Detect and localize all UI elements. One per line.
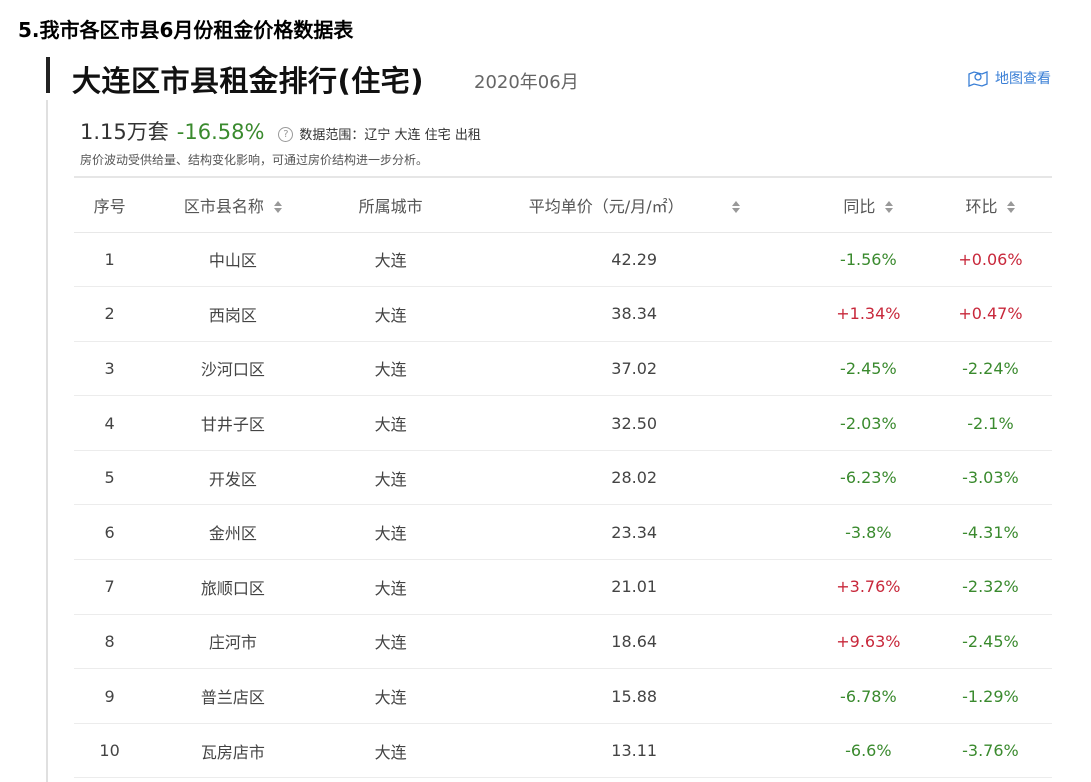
- row-district-name: 瓦房店市: [200, 742, 265, 762]
- header-city: 所属城市: [320, 176, 461, 233]
- listing-change: -16.58%: [176, 120, 265, 144]
- table-row: 2 西岗区 大连 38.34 +1.34% +0.47%: [74, 287, 1052, 342]
- row-city: 大连: [374, 633, 407, 653]
- header-price[interactable]: 平均单价（元/月/㎡）: [460, 176, 808, 233]
- table-row: 6 金州区 大连 23.34 -3.8% -4.31%: [74, 505, 1052, 560]
- row-avg-price: 15.88: [611, 686, 658, 706]
- row-yoy-change: -3.8%: [845, 522, 892, 542]
- card-title: 大连区市县租金排行(住宅): [72, 64, 425, 98]
- sort-icon[interactable]: [731, 201, 740, 214]
- row-city: 大连: [374, 360, 407, 380]
- row-city: 大连: [374, 688, 407, 708]
- sort-icon[interactable]: [1007, 201, 1016, 214]
- row-yoy-change: -6.6%: [845, 741, 892, 761]
- row-index: 1: [104, 249, 115, 269]
- map-view-link[interactable]: 地图查看: [967, 68, 1051, 88]
- left-border: [46, 100, 48, 782]
- map-view-label: 地图查看: [995, 71, 1051, 87]
- row-avg-price: 23.34: [611, 522, 658, 542]
- row-yoy-change: +1.34%: [836, 304, 901, 324]
- row-mom-change: -2.1%: [967, 413, 1014, 433]
- help-icon[interactable]: ?: [278, 127, 294, 142]
- table-row: 1 中山区 大连 42.29 -1.56% +0.06%: [74, 232, 1052, 287]
- listing-count: 1.15万套: [80, 120, 169, 144]
- stats-row: 1.15万套 -16.58% ? 数据范围：辽宁 大连 住宅 出租: [80, 116, 481, 146]
- table-row: 3 沙河口区 大连 37.02 -2.45% -2.24%: [74, 341, 1052, 396]
- row-district-name: 开发区: [208, 469, 257, 489]
- table-header-row: 序号 区市县名称 所属城市 平均单价（元/月/㎡） 同比 环比: [74, 176, 1052, 233]
- row-city: 大连: [374, 305, 407, 325]
- row-mom-change: -2.32%: [962, 577, 1019, 597]
- row-avg-price: 18.64: [611, 631, 658, 651]
- row-avg-price: 38.34: [611, 304, 658, 324]
- row-yoy-change: -2.45%: [840, 358, 897, 378]
- row-index: 9: [104, 686, 115, 706]
- row-yoy-change: -1.56%: [840, 249, 897, 269]
- row-avg-price: 37.02: [611, 358, 658, 378]
- row-mom-change: -3.76%: [962, 741, 1019, 761]
- table-row: 9 普兰店区 大连 15.88 -6.78% -1.29%: [74, 669, 1052, 724]
- row-city: 大连: [374, 415, 407, 435]
- row-district-name: 金州区: [208, 524, 257, 544]
- sort-icon[interactable]: [273, 201, 282, 214]
- table-row: 7 旅顺口区 大连 21.01 +3.76% -2.32%: [74, 560, 1052, 615]
- row-city: 大连: [374, 742, 407, 762]
- row-avg-price: 42.29: [611, 249, 658, 269]
- header-mom[interactable]: 环比: [928, 176, 1052, 233]
- row-city: 大连: [374, 578, 407, 598]
- row-district-name: 甘井子区: [200, 415, 265, 435]
- row-yoy-change: +9.63%: [836, 631, 901, 651]
- row-district-name: 西岗区: [208, 305, 257, 325]
- row-mom-change: -1.29%: [962, 686, 1019, 706]
- row-mom-change: -2.24%: [962, 358, 1019, 378]
- row-city: 大连: [374, 524, 407, 544]
- row-avg-price: 28.02: [611, 468, 658, 488]
- row-index: 2: [104, 304, 115, 324]
- row-index: 3: [104, 358, 115, 378]
- row-avg-price: 21.01: [611, 577, 658, 597]
- row-index: 4: [104, 413, 115, 433]
- row-district-name: 庄河市: [208, 633, 257, 653]
- row-mom-change: +0.47%: [958, 304, 1023, 324]
- row-mom-change: -2.45%: [962, 631, 1019, 651]
- table-row: 10 瓦房店市 大连 13.11 -6.6% -3.76%: [74, 723, 1052, 778]
- row-index: 7: [104, 577, 115, 597]
- row-mom-change: -3.03%: [962, 468, 1019, 488]
- row-index: 5: [104, 468, 115, 488]
- row-district-name: 旅顺口区: [200, 578, 265, 598]
- row-yoy-change: -6.23%: [840, 468, 897, 488]
- row-avg-price: 13.11: [611, 741, 658, 761]
- section-title: 5.我市各区市县6月份租金价格数据表: [18, 18, 354, 42]
- row-yoy-change: -2.03%: [840, 413, 897, 433]
- row-district-name: 中山区: [208, 251, 257, 271]
- row-index: 8: [104, 631, 115, 651]
- card-date: 2020年06月: [474, 72, 579, 93]
- header-yoy[interactable]: 同比: [807, 176, 929, 233]
- title-accent-bar: [46, 57, 50, 93]
- row-district-name: 普兰店区: [200, 688, 265, 708]
- row-index: 6: [104, 522, 115, 542]
- header-index: 序号: [74, 176, 146, 233]
- price-note: 房价波动受供给量、结构变化影响，可通过房价结构进一步分析。: [80, 153, 429, 167]
- map-pin-icon: [968, 71, 988, 87]
- row-index: 10: [99, 741, 120, 761]
- rent-ranking-table: 序号 区市县名称 所属城市 平均单价（元/月/㎡） 同比 环比 1 中山区 大连 42…: [74, 176, 1052, 778]
- row-city: 大连: [374, 251, 407, 271]
- table-row: 4 甘井子区 大连 32.50 -2.03% -2.1%: [74, 396, 1052, 451]
- data-scope: 数据范围：辽宁 大连 住宅 出租: [299, 128, 481, 143]
- row-yoy-change: -6.78%: [840, 686, 897, 706]
- header-name[interactable]: 区市县名称: [145, 176, 321, 233]
- row-city: 大连: [374, 469, 407, 489]
- row-district-name: 沙河口区: [200, 360, 265, 380]
- row-mom-change: -4.31%: [962, 522, 1019, 542]
- row-avg-price: 32.50: [611, 413, 658, 433]
- table-row: 8 庄河市 大连 18.64 +9.63% -2.45%: [74, 614, 1052, 669]
- row-yoy-change: +3.76%: [836, 577, 901, 597]
- table-row: 5 开发区 大连 28.02 -6.23% -3.03%: [74, 450, 1052, 505]
- sort-icon[interactable]: [885, 201, 894, 214]
- row-mom-change: +0.06%: [958, 249, 1023, 269]
